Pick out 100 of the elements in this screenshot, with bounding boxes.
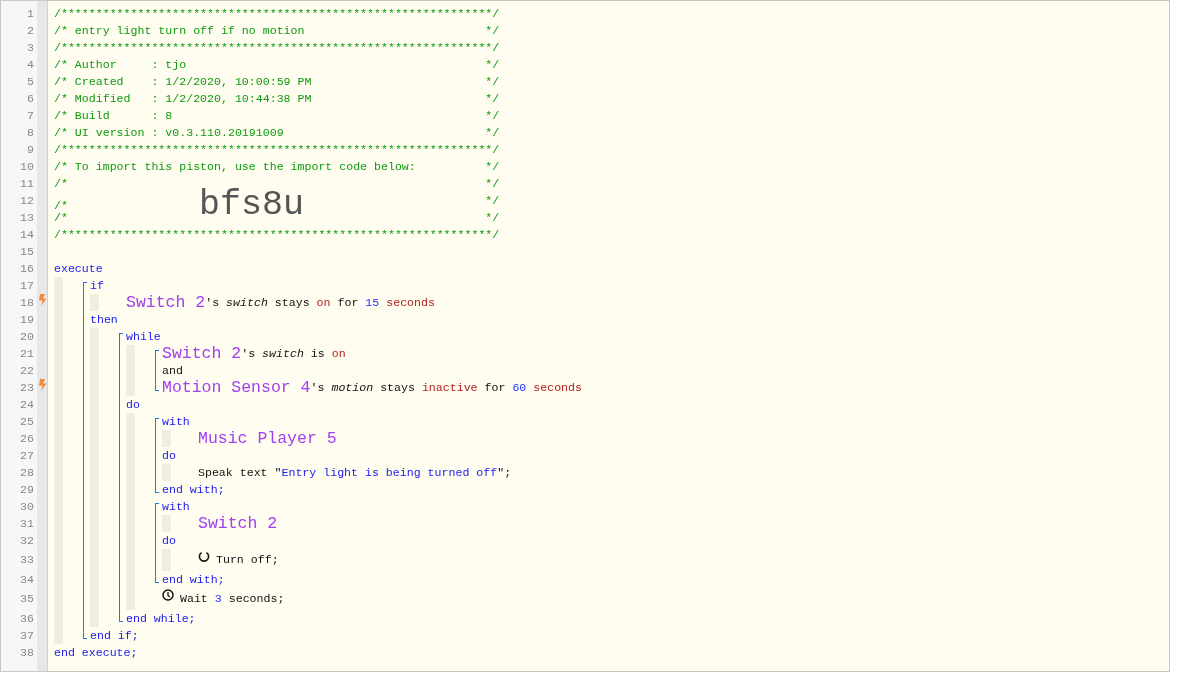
line-number: 14 [19,227,34,243]
comment-text: /* entry light turn off if no motion [54,24,305,38]
statement-text: 's [205,296,220,310]
value-text: on [316,296,331,310]
comment-text: */ [485,125,500,141]
comment-text: */ [485,176,500,192]
comment-text: */ [485,23,500,39]
statement-text: for [337,296,359,310]
keyword: execute [54,262,103,276]
keyword: do [126,398,140,412]
comment-text: /* Modified : 1/2/2020, 10:44:38 PM [54,92,312,106]
comment-text: /* [54,177,68,191]
line-number: 5 [26,74,34,90]
device-name: Switch 2 [198,514,278,534]
clock-icon [162,589,174,601]
number-value: 3 [214,592,222,605]
value-text: inactive [421,381,478,395]
keyword: if [90,279,104,293]
line-number: 32 [19,533,34,549]
keyword: end if; [90,629,139,643]
line-number: 17 [19,278,34,294]
comment-text: /* Build : 8 [54,109,173,123]
line-number: 23 [19,380,34,396]
line-number: 34 [19,572,34,588]
device-name: Motion Sensor 4 [162,378,311,398]
line-number: 37 [19,628,34,644]
comment-text: */ [485,57,500,73]
statement-text: stays [274,296,310,310]
statement-text: 's [241,347,256,361]
line-number: 13 [19,210,34,226]
line-number: 26 [19,431,34,447]
line-number: 35 [19,591,34,607]
keyword: end execute; [54,646,138,660]
line-number: 31 [19,516,34,532]
line-number: 8 [26,125,34,141]
device-name: Music Player 5 [198,429,337,449]
comment-text: */ [485,91,500,107]
value-text: seconds [386,296,435,310]
statement-text: is [310,347,325,361]
comment-text: /**************************************************************/ [54,228,500,242]
line-number: 9 [26,142,34,158]
number-value: 15 [365,296,380,310]
attribute-name: motion [331,381,374,395]
keyword: end with; [162,573,225,587]
string-value: Entry light is being turned off [281,466,498,480]
comment-text: /**************************************************************/ [54,143,500,157]
keyword: then [90,313,118,327]
keyword: do [162,534,176,548]
attribute-name: switch [226,296,268,310]
keyword: end while; [126,612,196,626]
line-number: 20 [19,329,34,345]
line-number: 11 [19,176,34,192]
import-code: bfs8u [198,185,304,225]
comment-text: /* [54,211,68,225]
value-text: on [331,347,346,361]
line-number: 16 [19,261,34,277]
line-number: 36 [19,611,34,627]
line-number: 6 [26,91,34,107]
line-number: 10 [19,159,34,175]
device-name: Switch 2 [162,344,242,364]
line-number: 3 [26,40,34,56]
line-number: 21 [19,346,34,362]
number-value: 60 [512,381,527,395]
statement-text: "; [497,466,512,480]
attribute-name: switch [262,347,304,361]
device-name: Switch 2 [126,293,206,313]
power-icon [198,550,210,562]
line-number: 18 [19,295,34,311]
keyword: while [126,330,161,344]
line-number: 30 [19,499,34,515]
line-number: 22 [19,363,34,379]
line-number: 27 [19,448,34,464]
comment-text: /**************************************************************/ [54,7,500,21]
line-number: 38 [19,645,34,661]
keyword: with [162,415,190,429]
line-number: 2 [26,23,34,39]
line-number: 12 [19,193,34,209]
statement-text: Turn off; [216,553,279,566]
value-text: seconds [533,381,582,395]
line-number: 29 [19,482,34,498]
comment-text: */ [485,210,500,226]
comment-text: */ [485,108,500,124]
statement-text: seconds; [228,592,285,605]
statement-text: and [162,364,183,378]
line-number: 25 [19,414,34,430]
line-number: 15 [19,244,34,260]
comment-text: /**************************************************************/ [54,41,500,55]
line-number: 19 [19,312,34,328]
statement-text: 's [310,381,325,395]
line-number: 33 [19,552,34,568]
comment-text: */ [485,74,500,90]
line-number: 24 [19,397,34,413]
line-number: 7 [26,108,34,124]
comment-text: /* [54,198,68,212]
keyword: do [162,449,176,463]
comment-text: /* UI version : v0.3.110.20191009 [54,126,284,140]
statement-text: stays [380,381,415,395]
comment-text: /* Created : 1/2/2020, 10:00:59 PM [54,75,312,89]
comment-text: /* To import this piston, use the import code below: [54,160,416,174]
statement-text: Wait [180,592,208,605]
